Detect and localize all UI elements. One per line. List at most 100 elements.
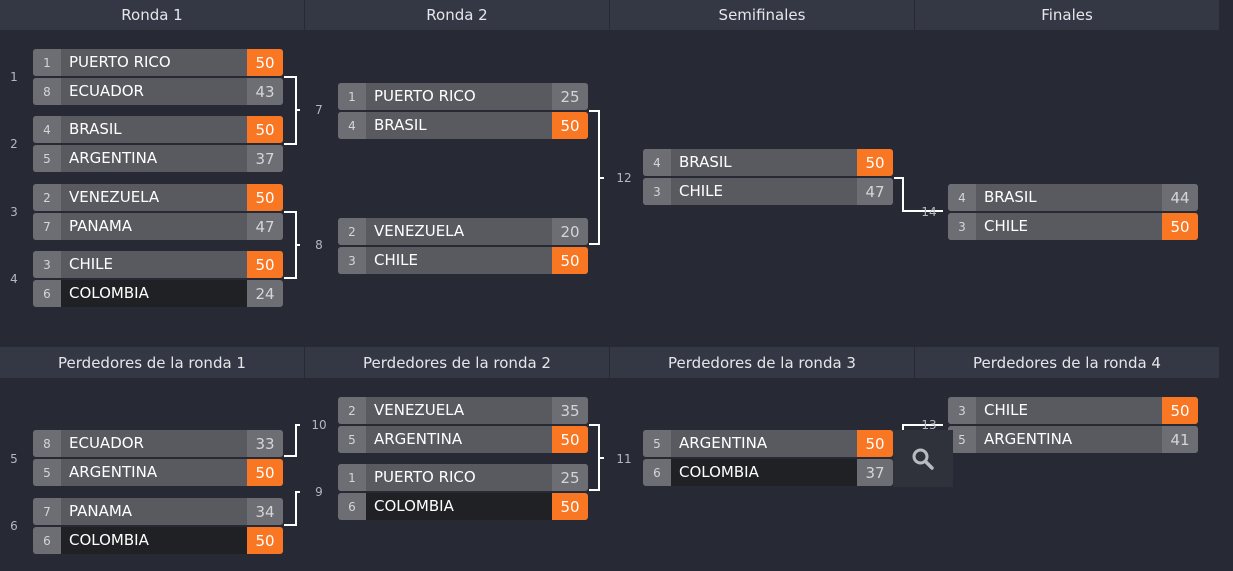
team-seed: 1 (338, 83, 366, 110)
team-score: 34 (247, 498, 283, 525)
team-name: ARGENTINA (69, 463, 158, 481)
team-seed: 2 (33, 184, 61, 211)
team-seed: 8 (33, 78, 61, 105)
connector-7 (284, 76, 297, 145)
match-number: 2 (10, 137, 18, 151)
team-row[interactable]: 6 COLOMBIA 50 (338, 493, 588, 520)
team-score-winner: 50 (857, 430, 893, 457)
match-number: 7 (315, 103, 323, 117)
team-row[interactable]: 4 BRASIL 50 (33, 116, 283, 143)
team-name: PUERTO RICO (374, 87, 476, 105)
team-score-winner: 50 (247, 184, 283, 211)
team-name: COLOMBIA (69, 531, 149, 549)
match-11: 5 ARGENTINA 50 6 COLOMBIA 37 (643, 430, 893, 488)
team-row[interactable]: 5 ARGENTINA 41 (948, 426, 1198, 453)
team-row[interactable]: 3 CHILE 50 (33, 251, 283, 278)
match-number: 11 (616, 452, 632, 466)
team-row[interactable]: 8 ECUADOR 33 (33, 430, 283, 457)
team-score-winner: 50 (1162, 397, 1198, 424)
magnifier-icon (912, 448, 934, 470)
connector-10 (284, 424, 300, 457)
connector-9 (284, 491, 300, 526)
team-seed: 7 (33, 498, 61, 525)
team-row[interactable]: 3 CHILE 50 (948, 213, 1198, 240)
team-row[interactable]: 7 PANAMA 47 (33, 213, 283, 240)
team-seed: 1 (33, 49, 61, 76)
team-row[interactable]: 3 CHILE 47 (643, 178, 893, 205)
team-row[interactable]: 2 VENEZUELA 35 (338, 397, 588, 424)
team-score: 37 (857, 459, 893, 486)
team-row[interactable]: 4 BRASIL 50 (338, 112, 588, 139)
team-row[interactable]: 2 VENEZUELA 50 (33, 184, 283, 211)
team-seed: 4 (33, 116, 61, 143)
team-name: ARGENTINA (679, 434, 768, 452)
match-3: 2 VENEZUELA 50 7 PANAMA 47 (33, 184, 283, 242)
team-name: CHILE (984, 401, 1029, 419)
zoom-button[interactable] (893, 430, 953, 487)
team-seed: 6 (33, 527, 61, 554)
match-2: 4 BRASIL 50 5 ARGENTINA 37 (33, 116, 283, 174)
team-score-winner: 50 (552, 247, 588, 274)
team-name: PUERTO RICO (69, 53, 171, 71)
team-row[interactable]: 3 CHILE 50 (338, 247, 588, 274)
team-name: VENEZUELA (374, 401, 465, 419)
match-number: 14 (921, 205, 937, 219)
team-row[interactable]: 6 COLOMBIA 24 (33, 280, 283, 307)
team-name: BRASIL (374, 116, 427, 134)
team-row[interactable]: 4 BRASIL 50 (643, 149, 893, 176)
team-name: PANAMA (69, 217, 133, 235)
team-row[interactable]: 1 PUERTO RICO 50 (33, 49, 283, 76)
team-score: 47 (247, 213, 283, 240)
team-name: BRASIL (679, 153, 732, 171)
team-seed: 6 (33, 280, 61, 307)
team-seed: 4 (948, 184, 976, 211)
team-row[interactable]: 5 ARGENTINA 50 (338, 426, 588, 453)
team-seed: 2 (338, 397, 366, 424)
team-row[interactable]: 5 ARGENTINA 50 (643, 430, 893, 457)
team-row[interactable]: 6 COLOMBIA 50 (33, 527, 283, 554)
team-name: CHILE (374, 251, 419, 269)
team-name: COLOMBIA (679, 463, 759, 481)
team-seed: 5 (643, 430, 671, 457)
match-12: 4 BRASIL 50 3 CHILE 47 (643, 149, 893, 207)
team-seed: 3 (338, 247, 366, 274)
team-name: ECUADOR (69, 82, 144, 100)
match-number: 3 (10, 205, 18, 219)
team-score: 33 (247, 430, 283, 457)
team-row[interactable]: 1 PUERTO RICO 25 (338, 83, 588, 110)
team-row[interactable]: 5 ARGENTINA 50 (33, 459, 283, 486)
match-6: 7 PANAMA 34 6 COLOMBIA 50 (33, 498, 283, 556)
team-seed: 8 (33, 430, 61, 457)
team-row[interactable]: 6 COLOMBIA 37 (643, 459, 893, 486)
team-row[interactable]: 5 ARGENTINA 37 (33, 145, 283, 172)
team-seed: 7 (33, 213, 61, 240)
team-seed: 6 (338, 493, 366, 520)
match-number: 10 (311, 418, 327, 432)
match-number: 12 (616, 171, 632, 185)
match-14: 4 BRASIL 44 3 CHILE 50 (948, 184, 1198, 242)
team-row[interactable]: 3 CHILE 50 (948, 397, 1198, 424)
team-row[interactable]: 7 PANAMA 34 (33, 498, 283, 525)
match-number: 1 (10, 70, 18, 84)
team-name: VENEZUELA (69, 188, 160, 206)
team-score: 43 (247, 78, 283, 105)
match-4: 3 CHILE 50 6 COLOMBIA 24 (33, 251, 283, 309)
team-seed: 3 (948, 213, 976, 240)
team-score-winner: 50 (1162, 213, 1198, 240)
team-name: PANAMA (69, 502, 133, 520)
match-5: 8 ECUADOR 33 5 ARGENTINA 50 (33, 430, 283, 488)
team-name: ARGENTINA (374, 430, 463, 448)
match-10: 2 VENEZUELA 35 5 ARGENTINA 50 (338, 397, 588, 455)
team-row[interactable]: 1 PUERTO RICO 25 (338, 464, 588, 491)
team-row[interactable]: 2 VENEZUELA 20 (338, 218, 588, 245)
team-row[interactable]: 4 BRASIL 44 (948, 184, 1198, 211)
team-seed: 3 (948, 397, 976, 424)
team-name: COLOMBIA (69, 284, 149, 302)
match-9: 1 PUERTO RICO 25 6 COLOMBIA 50 (338, 464, 588, 522)
team-seed: 3 (33, 251, 61, 278)
team-seed: 4 (643, 149, 671, 176)
team-row[interactable]: 8 ECUADOR 43 (33, 78, 283, 105)
team-seed: 4 (338, 112, 366, 139)
team-score: 20 (552, 218, 588, 245)
match-number: 9 (315, 485, 323, 499)
